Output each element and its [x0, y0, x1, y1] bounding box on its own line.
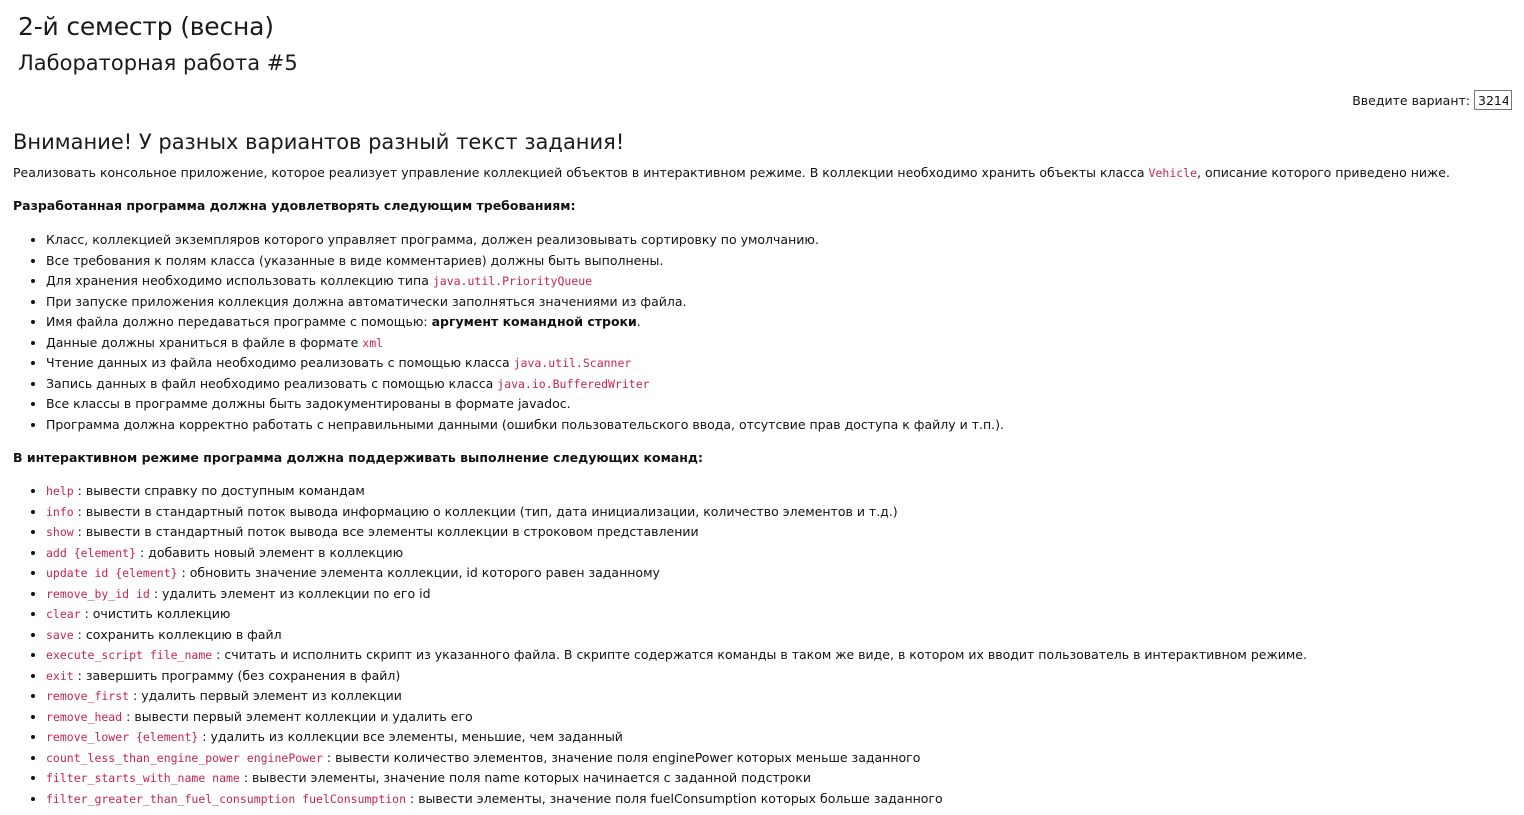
- item-bold: аргумент командной строки: [431, 314, 637, 329]
- variant-input[interactable]: [1474, 90, 1512, 110]
- list-item: filter_greater_than_fuel_consumption fue…: [46, 789, 1307, 810]
- item-code: java.util.Scanner: [513, 356, 632, 370]
- list-item: update id {element} : обновить значение …: [46, 563, 1307, 584]
- command-description: : удалить первый элемент из коллекции: [129, 688, 402, 703]
- command-code: execute_script file_name: [46, 648, 213, 662]
- item-text: Класс, коллекцией экземпляров которого у…: [46, 232, 819, 247]
- intro-text-after: , описание которого приведено ниже.: [1197, 165, 1450, 180]
- item-code: java.util.PriorityQueue: [432, 274, 593, 288]
- semester-title: 2-й семестр (весна): [18, 12, 274, 41]
- list-item: remove_lower {element} : удалить из колл…: [46, 727, 1307, 748]
- list-item: remove_by_id id : удалить элемент из кол…: [46, 584, 1307, 605]
- item-text: Для хранения необходимо использовать кол…: [46, 273, 433, 288]
- command-code: remove_head: [46, 709, 123, 724]
- command-code: help: [46, 484, 74, 498]
- command-code: show: [46, 525, 74, 539]
- command-code: filter_starts_with_name name: [46, 771, 240, 785]
- command-description: : добавить новый элемент в коллекцию: [136, 544, 404, 560]
- list-item: count_less_than_engine_power enginePower…: [46, 748, 1307, 769]
- command-description: : вывести элементы, значение поля name к…: [239, 770, 811, 785]
- variant-label: Введите вариант:: [1352, 92, 1470, 108]
- list-item: filter_starts_with_name name : вывести э…: [46, 768, 1307, 789]
- list-item: save : сохранить коллекцию в файл: [46, 625, 1307, 646]
- command-description: : вывести первый элемент коллекции и уда…: [122, 708, 473, 724]
- command-description: : сохранить коллекцию в файл: [73, 626, 282, 642]
- command-description: : вывести в стандартный поток вывода инф…: [73, 503, 898, 519]
- list-item: Программа должна корректно работать с не…: [46, 415, 1004, 436]
- list-item: exit : завершить программу (без сохранен…: [46, 666, 1307, 687]
- command-description: : удалить элемент из коллекции по его id: [149, 585, 431, 601]
- list-item: Все требования к полям класса (указанные…: [46, 251, 1004, 272]
- item-text: Имя файла должно передаваться программе …: [46, 314, 432, 329]
- list-item: При запуске приложения коллекция должна …: [46, 292, 1004, 313]
- command-code: update id {element}: [46, 566, 178, 580]
- list-item: execute_script file_name : считать и исп…: [46, 645, 1307, 666]
- list-item: help : вывести справку по доступным кома…: [46, 481, 1307, 502]
- item-code: xml: [362, 335, 384, 350]
- commands-list: help : вывести справку по доступным кома…: [0, 481, 1307, 809]
- command-description: : обновить значение элемента коллекции, …: [177, 565, 660, 580]
- requirements-list: Класс, коллекцией экземпляров которого у…: [0, 230, 1004, 435]
- list-item: clear : очистить коллекцию: [46, 604, 1307, 625]
- command-description: : очистить коллекцию: [80, 606, 231, 621]
- item-code: java.io.BufferedWriter: [497, 376, 650, 391]
- task-intro: Реализовать консольное приложение, котор…: [13, 164, 1450, 182]
- command-description: : завершить программу (без сохранения в …: [73, 667, 401, 683]
- intro-text-before: Реализовать консольное приложение, котор…: [13, 165, 1149, 180]
- command-code: remove_first: [46, 689, 130, 703]
- list-item: show : вывести в стандартный поток вывод…: [46, 522, 1307, 543]
- lab-page: 2-й семестр (весна) Лабораторная работа …: [0, 0, 1524, 815]
- command-description: : считать и исполнить скрипт из указанно…: [212, 647, 1307, 662]
- item-text: Запись данных в файл необходимо реализов…: [46, 375, 498, 391]
- item-text: Данные должны храниться в файле в формат…: [46, 334, 363, 350]
- list-item: Класс, коллекцией экземпляров которого у…: [46, 230, 1004, 251]
- item-text-after: .: [636, 314, 641, 329]
- command-code: exit: [46, 668, 74, 683]
- lab-title: Лабораторная работа #5: [18, 51, 298, 75]
- item-text: Все классы в программе должны быть задок…: [46, 396, 571, 411]
- command-code: add {element}: [46, 545, 137, 560]
- warning-heading: Внимание! У разных вариантов разный текс…: [13, 130, 625, 154]
- command-code: remove_by_id id: [46, 586, 150, 601]
- command-description: : удалить из коллекции все элементы, мен…: [198, 729, 623, 744]
- list-item: Для хранения необходимо использовать кол…: [46, 271, 1004, 292]
- item-text: Все требования к полям класса (указанные…: [46, 252, 664, 268]
- item-text: Программа должна корректно работать с не…: [46, 416, 1004, 432]
- commands-title: В интерактивном режиме программа должна …: [13, 450, 703, 465]
- list-item: Запись данных в файл необходимо реализов…: [46, 374, 1004, 395]
- command-code: info: [46, 504, 74, 519]
- list-item: add {element} : добавить новый элемент в…: [46, 543, 1307, 564]
- list-item: Чтение данных из файла необходимо реализ…: [46, 353, 1004, 374]
- command-description: : вывести количество элементов, значение…: [322, 749, 921, 765]
- list-item: Имя файла должно передаваться программе …: [46, 312, 1004, 333]
- command-code: count_less_than_engine_power enginePower: [46, 750, 323, 765]
- list-item: Все классы в программе должны быть задок…: [46, 394, 1004, 415]
- variant-selector: Введите вариант:: [1352, 90, 1512, 110]
- command-code: remove_lower {element}: [46, 730, 199, 744]
- list-item: Данные должны храниться в файле в формат…: [46, 333, 1004, 354]
- list-item: info : вывести в стандартный поток вывод…: [46, 502, 1307, 523]
- requirements-title: Разработанная программа должна удовлетво…: [13, 198, 576, 213]
- item-text: При запуске приложения коллекция должна …: [46, 293, 687, 309]
- command-description: : вывести справку по доступным командам: [73, 483, 365, 498]
- command-description: : вывести элементы, значение поля fuelCo…: [406, 790, 943, 806]
- command-code: clear: [46, 607, 81, 621]
- command-code: filter_greater_than_fuel_consumption fue…: [46, 791, 407, 806]
- list-item: remove_first : удалить первый элемент из…: [46, 686, 1307, 707]
- list-item: remove_head : вывести первый элемент кол…: [46, 707, 1307, 728]
- intro-class-code: Vehicle: [1148, 166, 1198, 180]
- command-code: save: [46, 627, 74, 642]
- item-text: Чтение данных из файла необходимо реализ…: [46, 355, 514, 370]
- command-description: : вывести в стандартный поток вывода все…: [73, 524, 699, 539]
